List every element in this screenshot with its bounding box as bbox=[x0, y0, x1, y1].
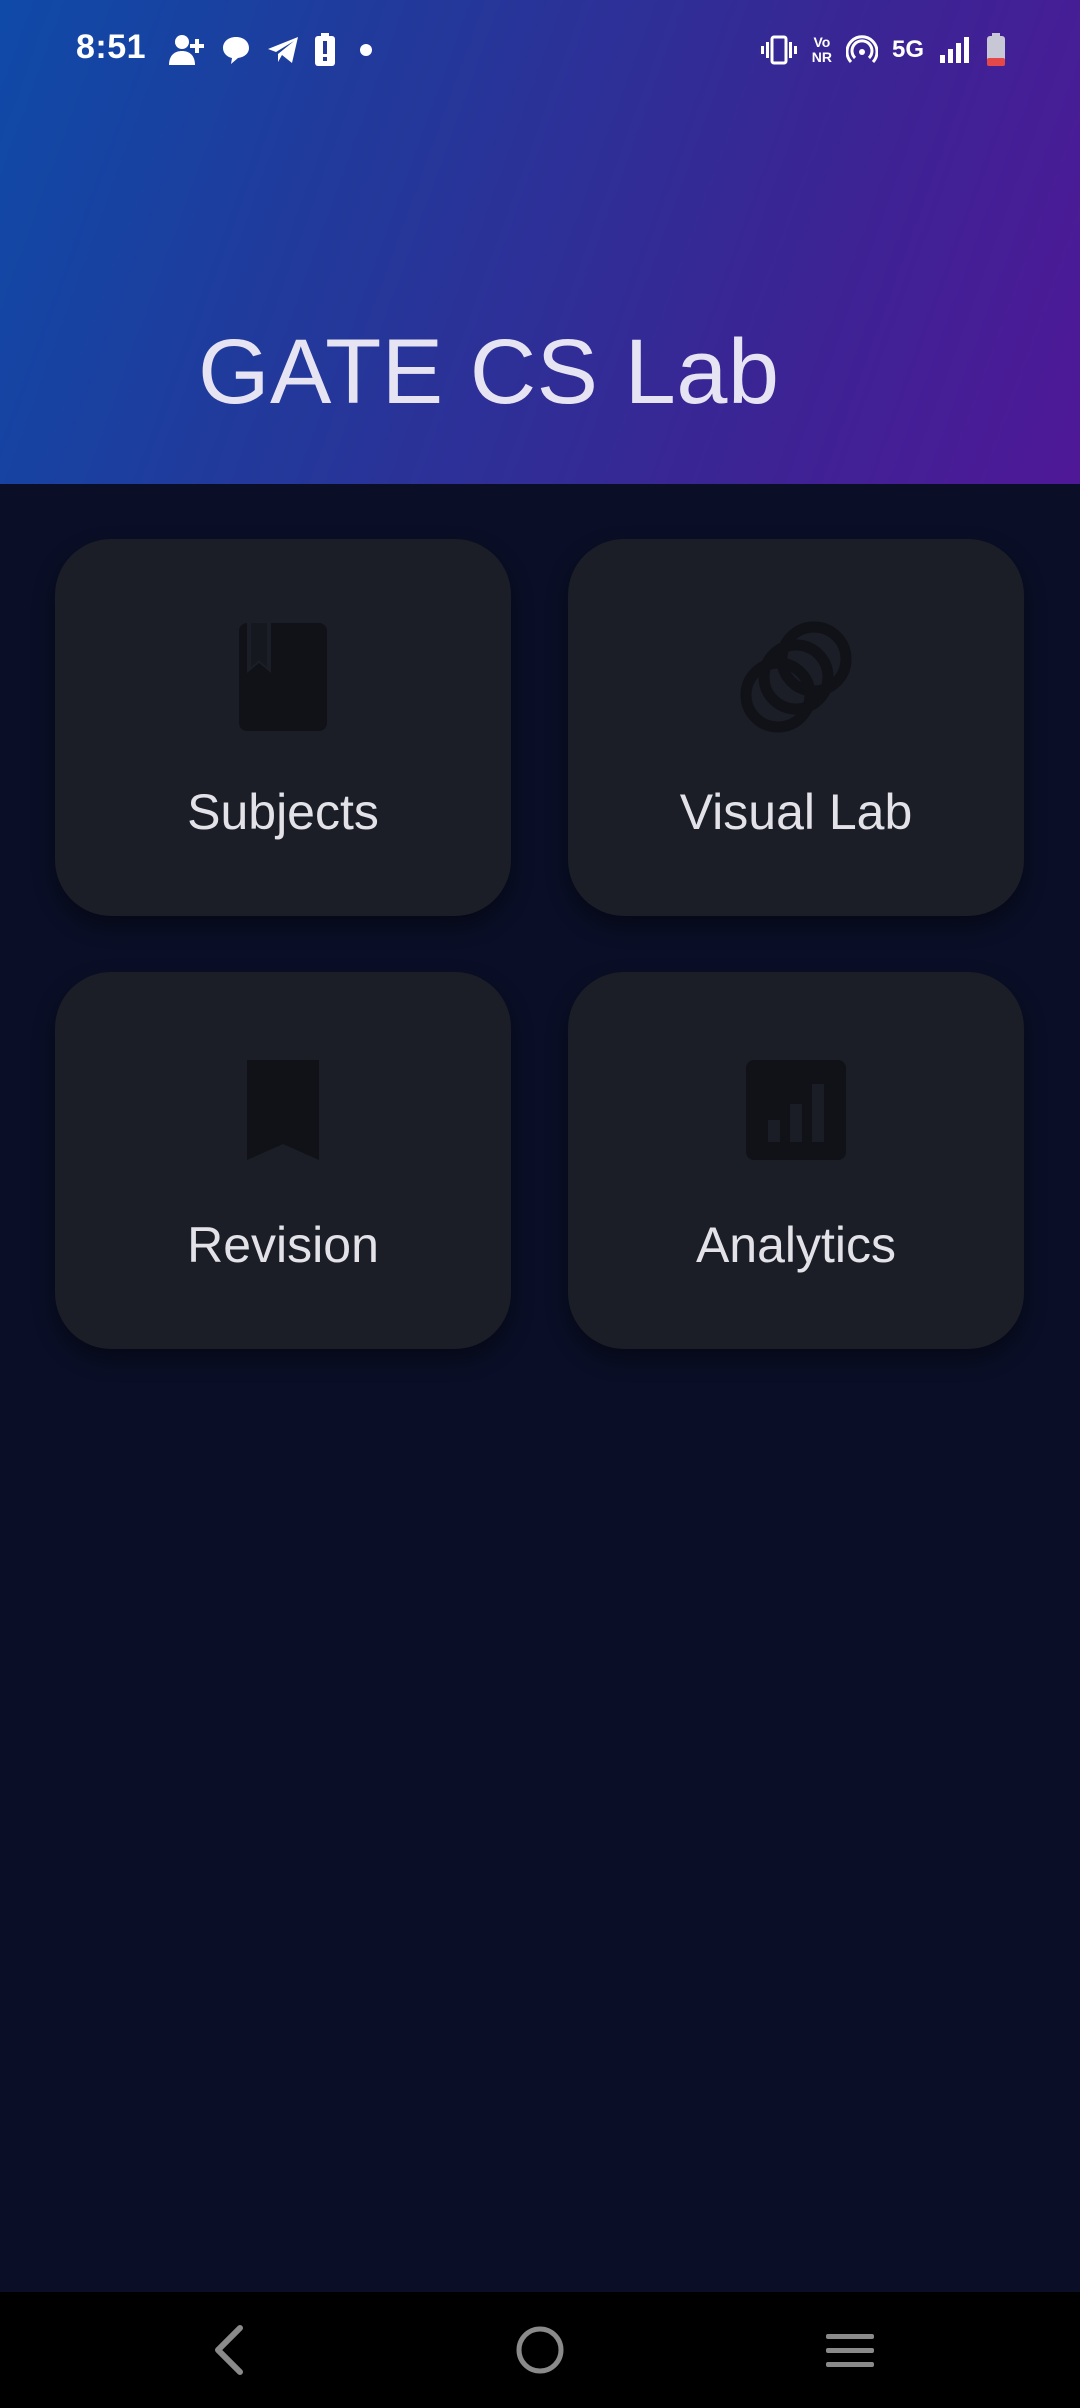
bookmark-icon bbox=[225, 1052, 341, 1168]
dot-icon bbox=[360, 44, 372, 56]
card-label: Analytics bbox=[695, 1217, 897, 1273]
telegram-icon bbox=[268, 37, 298, 63]
battery-icon bbox=[987, 33, 1005, 66]
recents-icon bbox=[826, 2334, 874, 2367]
back-button[interactable] bbox=[196, 2318, 260, 2382]
circles-icon bbox=[738, 619, 854, 735]
status-left-icons bbox=[168, 30, 374, 70]
card-label: Revision bbox=[187, 1217, 379, 1273]
status-right-icons: Vo NR 5G bbox=[760, 30, 1006, 70]
battery-alert-icon bbox=[315, 33, 335, 66]
bar-chart-icon bbox=[738, 1052, 854, 1168]
home-icon bbox=[516, 2326, 564, 2374]
card-label: Visual Lab bbox=[679, 784, 913, 840]
home-button[interactable] bbox=[508, 2318, 572, 2382]
navigation-bar bbox=[0, 2292, 1080, 2408]
app-header: 8:51 Vo NR 5G GATE CS Lab bbox=[0, 0, 1080, 484]
hotspot-icon bbox=[845, 35, 878, 64]
book-icon bbox=[225, 619, 341, 735]
status-time: 8:51 bbox=[76, 28, 147, 66]
network-5g-icon: 5G bbox=[891, 36, 924, 63]
status-bar: 8:51 Vo NR 5G bbox=[0, 0, 1080, 100]
add-person-icon bbox=[169, 35, 204, 65]
vibrate-icon bbox=[760, 35, 797, 65]
subjects-card[interactable]: Subjects bbox=[55, 539, 511, 916]
back-icon bbox=[215, 2325, 243, 2375]
analytics-card[interactable]: Analytics bbox=[568, 972, 1024, 1349]
visual-lab-card[interactable]: Visual Lab bbox=[568, 539, 1024, 916]
page-title: GATE CS Lab bbox=[198, 321, 780, 423]
signal-icon bbox=[940, 37, 969, 63]
recents-button[interactable] bbox=[818, 2318, 882, 2382]
revision-card[interactable]: Revision bbox=[55, 972, 511, 1349]
vonr-icon: Vo NR bbox=[811, 34, 832, 65]
chat-bubble-icon bbox=[223, 37, 249, 64]
card-label: Subjects bbox=[187, 784, 379, 840]
